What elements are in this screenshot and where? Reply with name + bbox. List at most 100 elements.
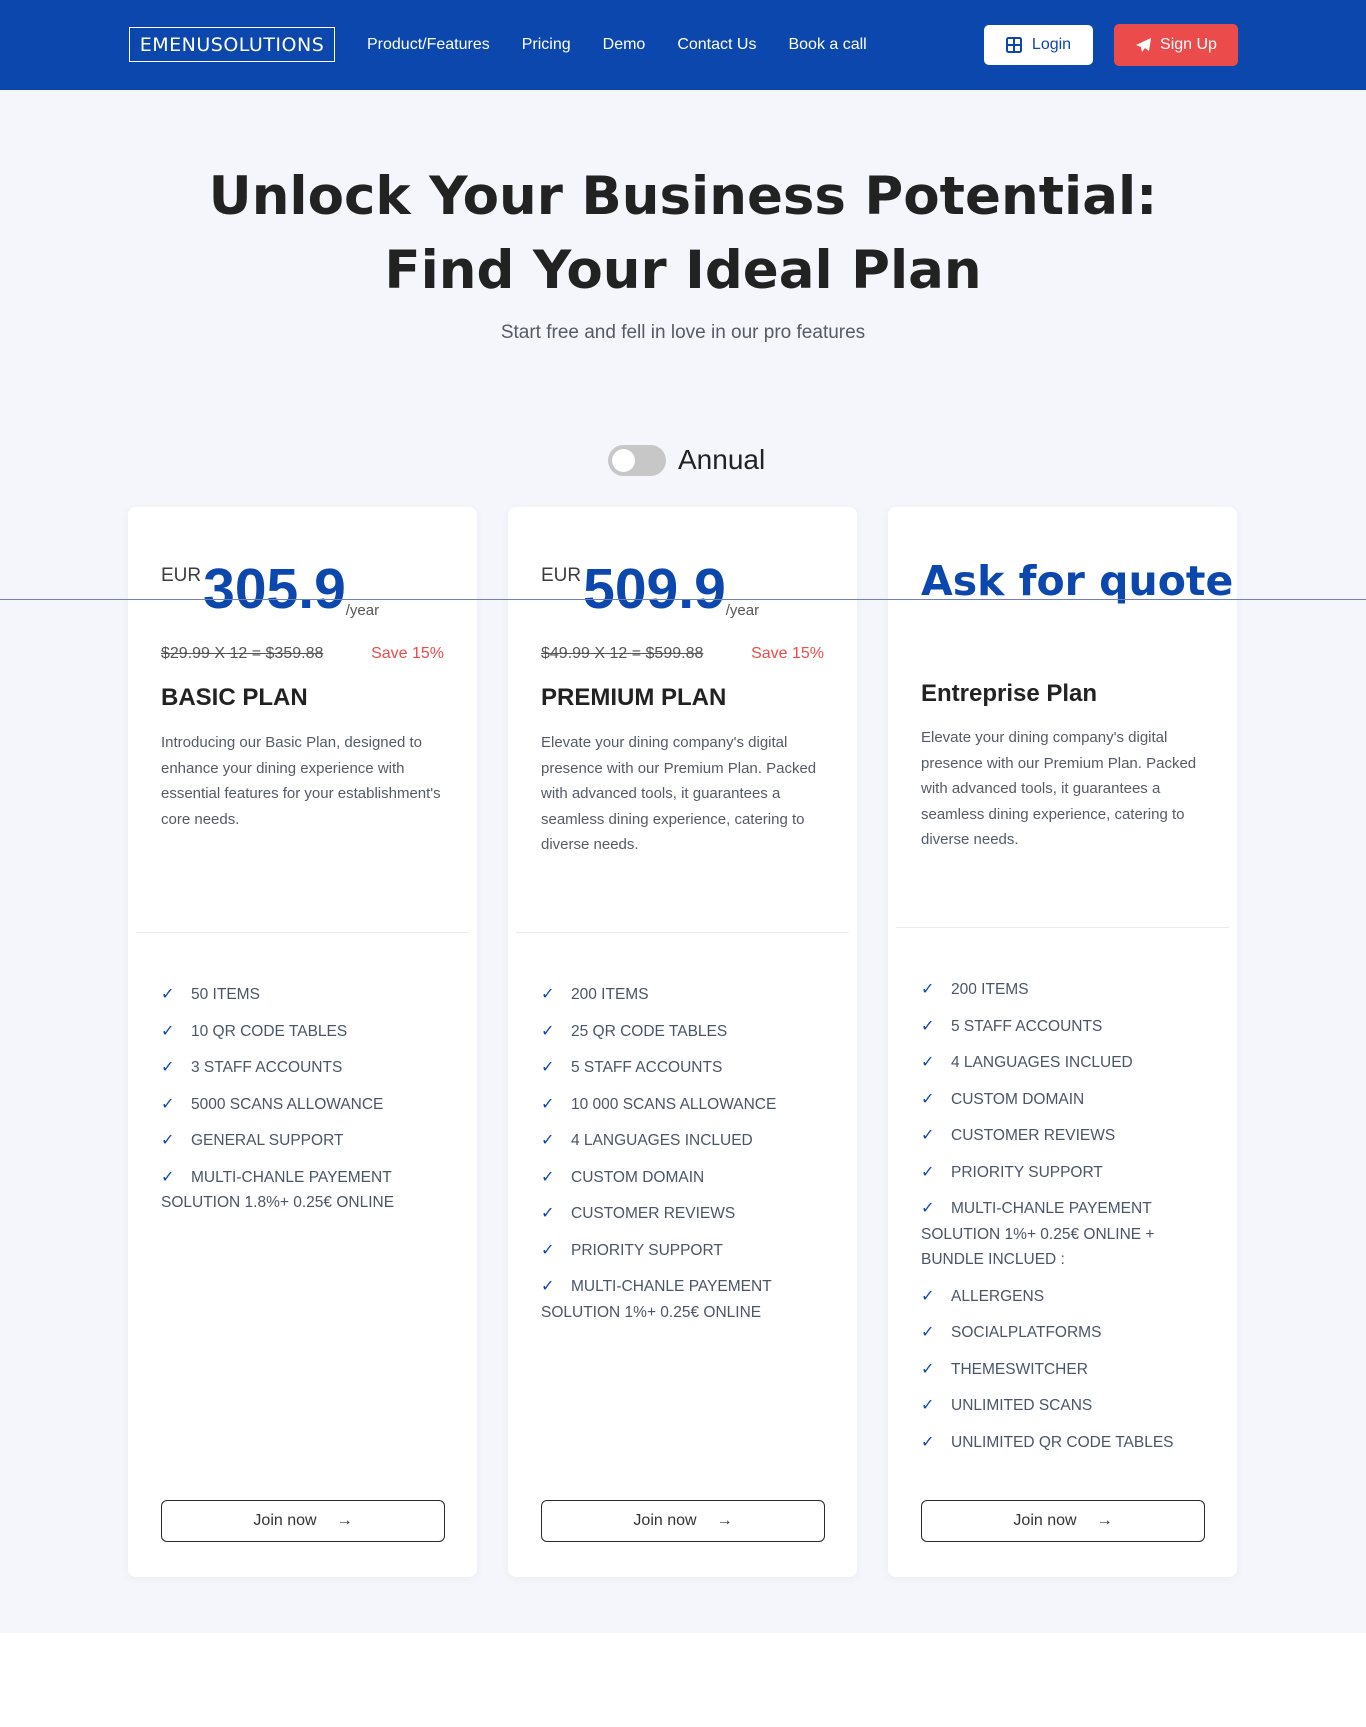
check-icon: ✓ [541,1241,555,1259]
feature-item: ✓ MULTI-CHANLE PAYEMENT SOLUTION 1.8%+ 0.… [161,1165,461,1216]
feature-item: ✓ 200 ITEMS [541,982,841,1008]
currency: EUR [541,565,582,586]
feature-item: ✓ 4 LANGUAGES INCLUED [541,1128,841,1154]
check-icon: ✓ [921,1397,935,1414]
check-icon: ✓ [161,1059,175,1076]
feature-label: ALLERGENS [951,1287,1045,1305]
plan-description: Elevate your dining company's digital pr… [921,729,1197,848]
sign-up-button[interactable]: Sign Up [1114,24,1238,66]
feature-item: ✓ 5 STAFF ACCOUNTS [541,1055,841,1081]
nav-link-demo[interactable]: Demo [603,36,646,54]
feature-label: MULTI-CHANLE PAYEMENT SOLUTION 1.8%+ 0.2… [161,1168,395,1212]
feature-item: ✓ CUSTOM DOMAIN [921,1087,1221,1113]
feature-item: ✓ 5 STAFF ACCOUNTS [921,1014,1221,1040]
logo[interactable]: EMENUSOLUTIONS [129,27,335,62]
nav-link-product-features[interactable]: Product/Features [367,36,490,54]
feature-label: 200 ITEMS [951,981,1029,998]
feature-item: ✓ 4 LANGUAGES INCLUED [921,1050,1221,1076]
check-icon: ✓ [921,1163,935,1181]
toggle-knob [612,448,635,472]
feature-item: ✓ 25 QR CODE TABLES [541,1019,841,1045]
arrow-right-icon: → [716,1512,733,1529]
feature-item: ✓ MULTI-CHANLE PAYEMENT SOLUTION 1%+ 0.25… [921,1196,1221,1273]
feature-label: MULTI-CHANLE PAYEMENT SOLUTION 1%+ 0.25€… [921,1200,1155,1268]
sign-up-label: Sign Up [1160,36,1217,53]
price-amount: 305.9 [203,557,346,621]
nav-link-contact-us[interactable]: Contact Us [677,36,756,54]
check-icon: ✓ [921,1433,935,1451]
plan-description: Elevate your dining company's digital pr… [541,734,817,853]
feature-item: ✓ PRIORITY SUPPORT [541,1238,841,1264]
feature-list: ✓ 200 ITEMS ✓ 5 STAFF ACCOUNTS ✓ 4 LANGUAGES … [921,977,1221,1466]
check-icon: ✓ [161,1095,175,1113]
feature-item: ✓ THEMESWITCHER [921,1357,1221,1383]
page-title: Unlock Your Business Potential: Find You… [0,160,1366,308]
check-icon: ✓ [161,1132,175,1149]
join-now-label: Join now [1013,1512,1077,1529]
feature-label: UNLIMITED QR CODE TABLES [951,1433,1174,1451]
feature-label: UNLIMITED SCANS [951,1397,1093,1414]
check-icon: ✓ [541,1095,555,1113]
billing-toggle-group: Annual [608,444,765,476]
feature-item: ✓ 200 ITEMS [921,977,1221,1003]
grid-icon [1005,37,1022,53]
check-icon: ✓ [541,1059,555,1076]
check-icon: ✓ [921,1054,935,1071]
feature-label: 5 STAFF ACCOUNTS [571,1059,723,1076]
feature-item: ✓ CUSTOMER REVIEWS [541,1201,841,1227]
check-icon: ✓ [921,981,935,998]
feature-label: THEMESWITCHER [951,1360,1088,1378]
feature-item: ✓ UNLIMITED SCANS [921,1393,1221,1419]
login-button[interactable]: Login [984,25,1093,65]
nav-link-pricing[interactable]: Pricing [522,36,571,54]
plan-card-enterprise: Ask for quote Entreprise Plan Elevate yo… [888,507,1237,1577]
join-now-label: Join now [633,1512,697,1529]
join-now-button[interactable]: Join now → [541,1500,825,1542]
save-badge: Save 15% [371,645,444,662]
divider [136,932,469,933]
nav-links: Product/Features Pricing Demo Contact Us… [367,0,867,90]
feature-label: 10 QR CODE TABLES [191,1022,348,1040]
feature-label: 5000 SCANS ALLOWANCE [191,1095,384,1113]
currency: EUR [161,565,202,586]
feature-label: CUSTOMER REVIEWS [951,1127,1116,1144]
feature-item: ✓ 3 STAFF ACCOUNTS [161,1055,461,1081]
login-label: Login [1031,36,1072,53]
paper-plane-icon [1136,37,1152,52]
join-now-button[interactable]: Join now → [921,1500,1205,1542]
original-price: $29.99 X 12 = $359.88 [161,645,324,662]
divider [896,927,1229,928]
feature-label: PRIORITY SUPPORT [951,1163,1103,1181]
title-line-2: Find Your Ideal Plan [384,240,982,301]
check-icon: ✓ [161,1168,175,1186]
price: EUR 305.9 /year [161,555,379,623]
feature-label: SOCIALPLATFORMS [951,1324,1102,1341]
join-now-button[interactable]: Join now → [161,1500,445,1542]
feature-item: ✓ CUSTOMER REVIEWS [921,1123,1221,1149]
title-line-1: Unlock Your Business Potential: [208,166,1158,227]
price-period: /year [345,602,380,619]
feature-item: ✓ 10 QR CODE TABLES [161,1019,461,1045]
plan-card-premium: EUR 509.9 /year $49.99 X 12 = $599.88 Sa… [508,507,857,1577]
feature-label: 3 STAFF ACCOUNTS [191,1059,343,1076]
plan-name: PREMIUM PLAN [541,684,727,711]
feature-label: 4 LANGUAGES INCLUED [951,1054,1133,1071]
feature-label: 25 QR CODE TABLES [571,1022,728,1040]
arrow-right-icon: → [1096,1512,1113,1529]
plan-card-basic: EUR 305.9 /year $29.99 X 12 = $359.88 Sa… [128,507,477,1577]
feature-item: ✓ 5000 SCANS ALLOWANCE [161,1092,461,1118]
pricing-section: Unlock Your Business Potential: Find You… [0,90,1366,1633]
feature-label: 5 STAFF ACCOUNTS [951,1017,1103,1035]
feature-label: 50 ITEMS [191,986,260,1003]
feature-list: ✓ 50 ITEMS ✓ 10 QR CODE TABLES ✓ 3 STAFF ACCO… [161,982,461,1227]
check-icon: ✓ [921,1017,935,1035]
nav-link-book-a-call[interactable]: Book a call [788,36,866,54]
feature-label: CUSTOM DOMAIN [571,1168,705,1186]
ask-for-quote: Ask for quote [921,557,1234,605]
arrow-right-icon: → [336,1512,353,1529]
check-icon: ✓ [541,1168,555,1186]
annual-toggle[interactable] [608,444,666,476]
feature-item: ✓ PRIORITY SUPPORT [921,1160,1221,1186]
feature-item: ✓ ALLERGENS [921,1284,1221,1310]
check-icon: ✓ [541,986,555,1003]
